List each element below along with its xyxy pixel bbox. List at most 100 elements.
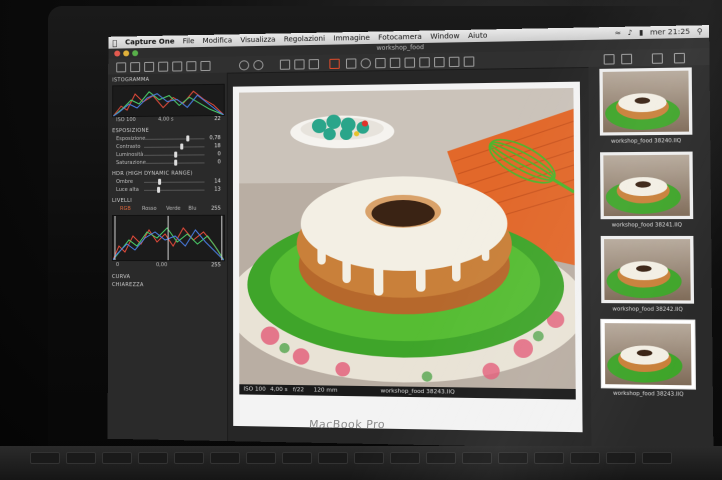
apple-icon[interactable]:  (112, 38, 117, 47)
rotate-icon[interactable] (390, 58, 401, 68)
key (282, 452, 312, 464)
battery-icon[interactable]: ▮ (639, 28, 643, 36)
search-icon[interactable]: ⚲ (697, 27, 703, 36)
folder-icon[interactable] (130, 62, 140, 72)
library-icon[interactable] (116, 62, 126, 72)
brightness-value[interactable]: 0 (218, 151, 221, 157)
viewer-shutter: 4,00 s (270, 387, 287, 393)
histogram-title[interactable]: ISTOGRAMMA (112, 77, 149, 84)
saturation-row[interactable]: Saturazione 0 (116, 159, 221, 167)
levels-title[interactable]: LIVELLI (112, 198, 132, 204)
key (534, 452, 564, 464)
saturation-value[interactable]: 0 (218, 159, 221, 165)
exposure-row[interactable]: Esposizione 0,78 (116, 135, 221, 143)
pan-icon[interactable] (346, 58, 356, 68)
zoom-icon[interactable] (361, 58, 371, 68)
levels-tab-rgb[interactable]: RGB (120, 206, 131, 212)
levels-histogram[interactable] (112, 215, 225, 262)
settings-icon[interactable] (674, 53, 685, 64)
grid-view-icon[interactable] (604, 54, 615, 65)
clarity-title[interactable]: CHIAREZZA (112, 282, 144, 288)
exposure-title[interactable]: ESPOSIZIONE (112, 128, 149, 134)
levels-tab-red[interactable]: Rosso (142, 206, 157, 212)
highlights-value[interactable]: 13 (214, 187, 220, 193)
key (354, 452, 384, 464)
contrast-slider[interactable] (180, 144, 183, 150)
brightness-slider[interactable] (174, 152, 177, 158)
lens-icon[interactable] (186, 61, 196, 71)
shadows-slider[interactable] (158, 179, 161, 185)
details-icon[interactable] (200, 61, 210, 71)
menu-item-visualizza[interactable]: Visualizza (240, 36, 275, 45)
reset-icon[interactable] (280, 60, 290, 70)
zoom-window-button[interactable] (132, 50, 138, 56)
spot-removal-icon[interactable] (434, 57, 445, 67)
levels-mid[interactable]: 0,00 (156, 262, 167, 268)
menu-item-window[interactable]: Window (430, 32, 459, 41)
viewer-filename: workshop_food 38243.IIQ (381, 388, 455, 395)
key (102, 452, 132, 464)
help-icon[interactable] (652, 53, 663, 64)
color-icon[interactable] (158, 62, 168, 72)
saturation-label: Saturazione (116, 160, 146, 166)
close-window-button[interactable] (114, 50, 120, 56)
menu-clock[interactable]: mer 21:25 (650, 28, 690, 37)
exposure-slider[interactable] (186, 135, 189, 141)
menu-item-aiuto[interactable]: Aiuto (468, 31, 487, 40)
brightness-row[interactable]: Luminosità 0 (116, 151, 221, 159)
keyboard (0, 446, 722, 480)
levels-tab-blue[interactable]: Blu (188, 206, 196, 212)
cursor-icon[interactable] (329, 59, 339, 69)
contrast-value[interactable]: 18 (214, 143, 220, 149)
thumbnail[interactable]: workshop_food 38242.IIQ (601, 236, 694, 304)
shadows-row[interactable]: Ombre 14 (116, 178, 221, 186)
key (30, 452, 60, 464)
camera-icon[interactable] (144, 62, 154, 72)
shadows-label: Ombre (116, 179, 133, 185)
menu-item-file[interactable]: File (183, 37, 195, 45)
keystone-icon[interactable] (404, 57, 415, 67)
menu-item-immagine[interactable]: Immagine (333, 34, 370, 43)
menu-item-fotocamera[interactable]: Fotocamera (378, 33, 422, 42)
levels-max-top[interactable]: 255 (211, 206, 221, 212)
key (318, 452, 348, 464)
key (498, 452, 528, 464)
menu-item-regolazioni[interactable]: Regolazioni (284, 35, 325, 44)
minimize-window-button[interactable] (123, 50, 129, 56)
exposure-value[interactable]: 0,78 (209, 135, 220, 141)
image-viewer[interactable]: ISO 100 4,00 s f/22 120 mm workshop_food… (233, 82, 583, 433)
highlights-row[interactable]: Luce alta 13 (116, 187, 221, 195)
levels-max[interactable]: 255 (211, 262, 221, 268)
thumbnail-caption: workshop_food 38243.IIQ (602, 390, 695, 398)
highlights-slider[interactable] (157, 187, 160, 193)
thumbnail-caption: workshop_food 38241.IIQ (601, 222, 694, 228)
wifi-icon[interactable]: ≈ (615, 29, 621, 37)
brightness-label: Luminosità (116, 152, 143, 158)
volume-icon[interactable]: ♪ (628, 29, 633, 37)
menu-item-modifica[interactable]: Modifica (203, 36, 233, 45)
mask-icon[interactable] (419, 57, 430, 67)
white-balance-picker-icon[interactable] (449, 57, 460, 67)
redo-icon[interactable] (253, 60, 263, 70)
undo-icon[interactable] (239, 60, 249, 70)
levels-tab-green[interactable]: Verde (166, 206, 180, 212)
hdr-title[interactable]: HDR (HIGH DYNAMIC RANGE) (112, 171, 193, 178)
curve-title[interactable]: CURVA (112, 274, 130, 280)
single-view-icon[interactable] (621, 54, 632, 65)
thumbnail[interactable]: workshop_food 38241.IIQ (600, 152, 693, 220)
apply-adjustments-icon[interactable] (309, 59, 319, 69)
menu-app-name[interactable]: Capture One (125, 38, 175, 47)
annotate-icon[interactable] (464, 56, 475, 66)
copy-adjustments-icon[interactable] (294, 59, 304, 69)
thumbnail[interactable]: workshop_food 38240.IIQ (599, 67, 692, 135)
shadows-value[interactable]: 14 (214, 178, 220, 184)
main-photo[interactable] (239, 88, 576, 389)
exposure-icon[interactable] (172, 61, 182, 71)
levels-min[interactable]: 0 (116, 262, 119, 268)
contrast-row[interactable]: Contrasto 18 (116, 143, 221, 151)
thumbnail-caption: workshop_food 38242.IIQ (601, 306, 694, 313)
crop-icon[interactable] (375, 58, 386, 68)
thumbnail-selected[interactable]: workshop_food 38243.IIQ (601, 320, 694, 389)
saturation-slider[interactable] (174, 160, 177, 166)
histogram-iso: ISO 100 (116, 117, 136, 123)
